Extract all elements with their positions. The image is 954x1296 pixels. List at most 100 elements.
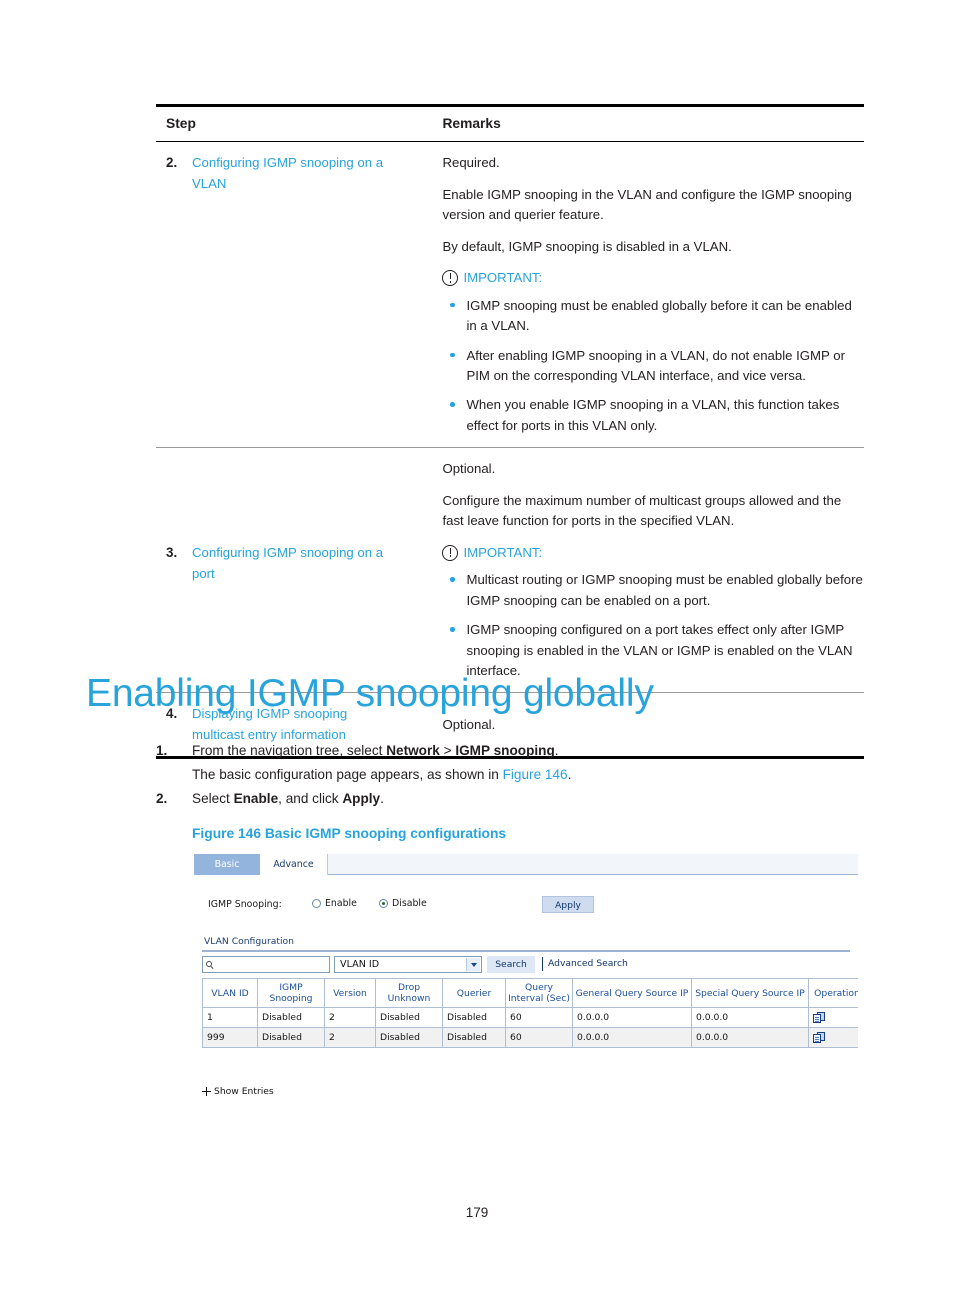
step-text-suffix: . (380, 791, 384, 807)
step-number: 2. (156, 791, 168, 807)
step-link-configuring-igmp-snooping-on-a-port[interactable]: Configuring IGMP snooping on a port (192, 543, 402, 584)
show-entries-toggle[interactable]: Show Entries (202, 1086, 274, 1097)
table-row: 999 Disabled 2 Disabled Disabled 60 0.0.… (202, 1027, 858, 1049)
table-row: 1 Disabled 2 Disabled Disabled 60 0.0.0.… (202, 1007, 858, 1029)
important-label: IMPORTANT: (463, 544, 543, 560)
step-text-mid: > (439, 743, 456, 758)
tab-basic[interactable]: Basic (194, 854, 260, 875)
edit-copy-icon[interactable] (813, 1031, 826, 1044)
table-header-row: Step Remarks (156, 103, 864, 143)
step-bold-network: Network (386, 743, 440, 758)
cell-vlan-id: 999 (202, 1027, 258, 1049)
igmp-snooping-configuration-screenshot: Basic Advance IGMP Snooping: Enable Disa… (194, 854, 858, 1104)
step-number: 3. (166, 545, 178, 561)
cell-operation (808, 1007, 858, 1029)
cell-operation (808, 1027, 858, 1049)
page-title: Enabling IGMP snooping globally (86, 672, 654, 715)
vlan-configuration-title: VLAN Configuration (204, 936, 295, 947)
show-entries-label: Show Entries (214, 1086, 274, 1097)
radio-circle-icon (312, 899, 321, 908)
table-row: 2. Configuring IGMP snooping on a VLAN Re… (156, 141, 864, 449)
sheet-front-shape (813, 1034, 821, 1044)
cell-igmp-snooping: Disabled (257, 1027, 325, 1049)
steps-list: 1. From the navigation tree, select Netw… (156, 740, 856, 812)
cell-querier: Disabled (442, 1007, 506, 1029)
column-header-operation: Operation (808, 977, 858, 1009)
exclamation-circle-icon (442, 270, 459, 287)
step-text-suffix: . (554, 743, 559, 758)
search-field-select[interactable]: VLAN ID (334, 956, 482, 973)
step-bold-igmp-snooping: IGMP snooping (455, 743, 555, 758)
radio-disable[interactable]: Disable (379, 898, 427, 909)
step-number: 1. (156, 743, 168, 758)
column-header-igmp-snooping: IGMP Snooping (257, 977, 325, 1009)
step-cell: 2. Configuring IGMP snooping on a VLAN (156, 141, 433, 449)
step-bold-enable: Enable (233, 791, 279, 807)
divider (542, 957, 543, 971)
important-note-header: IMPORTANT: (442, 268, 864, 288)
list-item: Multicast routing or IGMP snooping must … (442, 570, 864, 611)
table-row: 3. Configuring IGMP snooping on a port Op… (156, 447, 864, 694)
section-divider (202, 950, 850, 952)
cell-special-query-source-ip: 0.0.0.0 (691, 1027, 809, 1049)
search-icon (206, 960, 212, 967)
document-page: Step Remarks 2. Configuring IGMP snooping… (0, 0, 954, 1296)
cell-igmp-snooping: Disabled (257, 1007, 325, 1029)
remarks-cell: Required. Enable IGMP snooping in the VL… (432, 141, 864, 449)
cell-drop-unknown: Disabled (375, 1027, 443, 1049)
igmp-snooping-setting-row: IGMP Snooping: Enable Disable Apply (194, 896, 858, 916)
column-header-version: Version (324, 977, 376, 1009)
important-note-header: IMPORTANT: (442, 543, 864, 563)
column-header-vlan-id: VLAN ID (202, 977, 258, 1009)
remark-paragraph: Optional. (442, 717, 496, 733)
radio-enable-label: Enable (325, 898, 357, 909)
remark-paragraph: Configure the maximum number of multicas… (442, 492, 842, 529)
cell-general-query-source-ip: 0.0.0.0 (572, 1007, 692, 1029)
remark-paragraph: By default, IGMP snooping is disabled in… (442, 238, 732, 254)
tab-advance[interactable]: Advance (260, 854, 328, 875)
radio-disable-label: Disable (392, 898, 427, 909)
procedure-table: Step Remarks 2. Configuring IGMP snooping… (156, 103, 864, 760)
cell-version: 2 (324, 1027, 376, 1049)
step-bold-apply: Apply (342, 791, 381, 807)
cell-general-query-source-ip: 0.0.0.0 (572, 1027, 692, 1049)
cell-drop-unknown: Disabled (375, 1007, 443, 1029)
step-number: 2. (166, 155, 178, 171)
search-field-select-value: VLAN ID (340, 959, 380, 970)
edit-copy-icon[interactable] (813, 1011, 826, 1024)
list-item: 2. Select Enable, and click Apply. (156, 788, 856, 810)
page-number: 179 (465, 1205, 489, 1220)
apply-button[interactable]: Apply (542, 896, 594, 913)
figure-reference-link[interactable]: Figure 146 (503, 767, 568, 782)
exclamation-circle-icon (442, 544, 459, 561)
remarks-cell: Optional. Configure the maximum number o… (432, 447, 864, 694)
cell-querier: Disabled (442, 1027, 506, 1049)
remark-paragraph: Enable IGMP snooping in the VLAN and con… (442, 186, 852, 223)
igmp-snooping-label: IGMP Snooping: (208, 899, 282, 910)
column-header-special-query-source-ip: Special Query Source IP (691, 977, 809, 1009)
step-text-prefix: Select (192, 791, 234, 807)
chevron-down-icon (466, 958, 480, 971)
table-header-row: VLAN ID IGMP Snooping Version Drop Unkno… (202, 977, 858, 1009)
important-label: IMPORTANT: (463, 270, 543, 286)
step-text-prefix: From the navigation tree, select (192, 743, 387, 758)
list-item: After enabling IGMP snooping in a VLAN, … (442, 346, 864, 387)
step-body: Select Enable, and click Apply. (192, 788, 856, 810)
plus-icon (202, 1087, 211, 1096)
sub-text-prefix: The basic configuration page appears, as… (192, 767, 503, 783)
step-sub-line: The basic configuration page appears, as… (192, 764, 856, 786)
important-bullet-list: Multicast routing or IGMP snooping must … (442, 570, 864, 681)
search-input[interactable] (202, 956, 330, 973)
search-button[interactable]: Search (487, 956, 535, 973)
list-item: 1. From the navigation tree, select Netw… (156, 740, 856, 786)
step-link-configuring-igmp-snooping-on-a-vlan[interactable]: Configuring IGMP snooping on a VLAN (192, 153, 402, 194)
step-cell: 3. Configuring IGMP snooping on a port (156, 447, 433, 694)
step-text-mid: , and click (278, 791, 343, 807)
column-header-query-interval: Query Interval (Sec) (505, 977, 573, 1009)
radio-enable[interactable]: Enable (312, 898, 357, 909)
column-header-remarks: Remarks (432, 103, 864, 143)
sub-text-suffix: . (567, 767, 572, 783)
advanced-search-link[interactable]: Advanced Search (548, 958, 628, 969)
vlan-configuration-table: VLAN ID IGMP Snooping Version Drop Unkno… (202, 977, 858, 1049)
cell-query-interval: 60 (505, 1007, 573, 1029)
